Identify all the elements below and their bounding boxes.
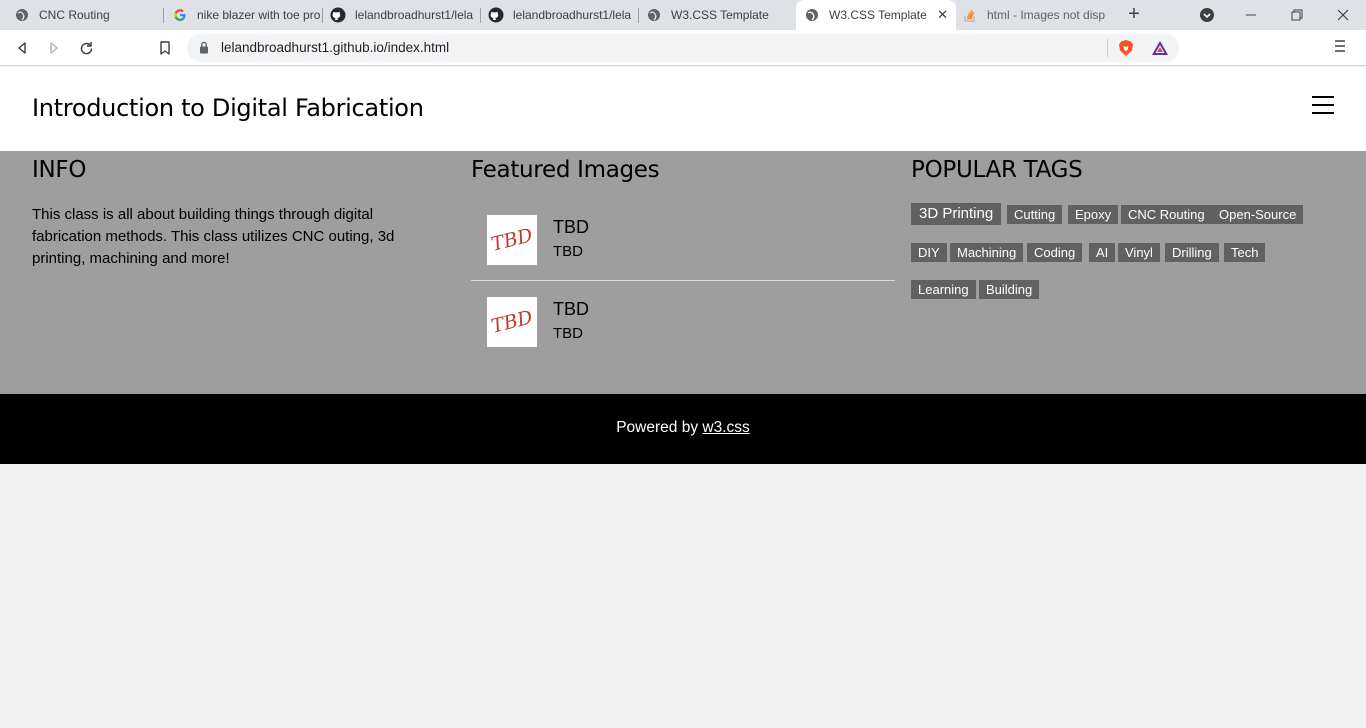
tab-title: lelandbroadhurst1/lela: [355, 8, 474, 22]
tag-machining[interactable]: Machining: [950, 243, 1024, 262]
minimize-button[interactable]: [1228, 0, 1274, 30]
bookmark-button[interactable]: [154, 37, 176, 59]
featured-subtitle: TBD: [553, 243, 583, 260]
tab-separator: [638, 8, 639, 23]
google-icon: [172, 7, 188, 23]
address-bar[interactable]: lelandbroadhurst1.github.io/index.html: [187, 34, 1179, 62]
tab-title: html - Images not disp: [987, 8, 1106, 22]
tag-open-source[interactable]: Open-Source: [1212, 205, 1304, 224]
brave-rewards-icon[interactable]: [1151, 40, 1169, 61]
browser-tab[interactable]: lelandbroadhurst1/lela: [330, 0, 478, 30]
reload-icon: [80, 41, 92, 54]
globe-icon: [14, 7, 30, 23]
url-text[interactable]: lelandbroadhurst1.github.io/index.html: [221, 40, 449, 55]
tag-3d-printing[interactable]: 3D Printing: [911, 203, 1002, 225]
info-text: This class is all about building things …: [32, 206, 395, 267]
tag-drilling[interactable]: Drilling: [1165, 243, 1219, 262]
tags-column: POPULAR TAGS 3D Printing Cutting Epoxy C…: [911, 151, 1331, 394]
featured-column: Featured Images TBD TBD TBD TBD TBD TBD: [471, 151, 895, 394]
featured-title: TBD: [553, 217, 589, 237]
browser-toolbar: lelandbroadhurst1.github.io/index.html: [0, 30, 1366, 66]
thumbnail-text: TBD: [489, 306, 535, 338]
omnibox-divider: [1107, 39, 1108, 57]
thumbnail-text: TBD: [489, 224, 535, 256]
hamburger-menu-icon[interactable]: [1312, 96, 1334, 118]
featured-thumbnail[interactable]: TBD: [487, 215, 537, 265]
browser-menu-icon[interactable]: [1334, 39, 1346, 58]
tab-title: CNC Routing: [39, 8, 110, 22]
browser-tab[interactable]: W3.CSS Template: [646, 0, 794, 30]
page-content: Introduction to Digital Fabrication INFO…: [0, 67, 1366, 728]
restore-button[interactable]: [1274, 0, 1320, 30]
globe-icon: [804, 7, 820, 23]
tab-separator: [322, 8, 323, 23]
close-window-button[interactable]: [1320, 0, 1366, 30]
github-icon: [330, 7, 346, 23]
w3css-link[interactable]: w3.css: [702, 419, 749, 436]
browser-tab[interactable]: nike blazer with toe pro: [172, 0, 320, 30]
footer-text: Powered by w3.css: [0, 419, 1366, 437]
tab-separator: [480, 8, 481, 23]
site-header: Introduction to Digital Fabrication: [0, 67, 1366, 151]
tab-title: W3.CSS Template: [671, 8, 769, 22]
featured-item[interactable]: TBD TBD TBD: [471, 199, 895, 281]
forward-button[interactable]: [43, 37, 65, 59]
new-tab-button[interactable]: +: [1124, 4, 1144, 24]
browser-tab[interactable]: lelandbroadhurst1/lela: [488, 0, 634, 30]
featured-thumbnail[interactable]: TBD: [487, 297, 537, 347]
tag-cnc-routing[interactable]: CNC Routing: [1121, 205, 1212, 224]
back-button[interactable]: [11, 37, 33, 59]
featured-subtitle: TBD: [553, 325, 583, 342]
site-footer: Powered by w3.css: [0, 394, 1366, 464]
tab-title: nike blazer with toe pro: [197, 8, 320, 22]
browser-tab[interactable]: html - Images not disp: [962, 0, 1110, 30]
tag-cutting[interactable]: Cutting: [1007, 205, 1063, 224]
browser-tab-strip: CNC Routing nike blazer with toe pro lel…: [0, 0, 1366, 30]
tag-vinyl[interactable]: Vinyl: [1118, 243, 1160, 262]
info-section: INFO This class is all about building th…: [0, 151, 1366, 394]
info-heading: INFO: [32, 157, 87, 183]
brave-shields-icon[interactable]: [1118, 39, 1134, 62]
browser-tab[interactable]: CNC Routing: [14, 0, 162, 30]
close-tab-icon[interactable]: ✕: [937, 7, 948, 23]
chevron-down-icon: [1200, 8, 1214, 22]
info-column: INFO This class is all about building th…: [32, 151, 442, 394]
footer-prefix: Powered by: [616, 419, 703, 436]
featured-title: TBD: [553, 299, 589, 319]
tab-title: lelandbroadhurst1/lela: [513, 8, 632, 22]
tag-building[interactable]: Building: [979, 280, 1040, 299]
tab-search-button[interactable]: [1184, 0, 1230, 30]
featured-item[interactable]: TBD TBD TBD: [471, 281, 895, 363]
github-icon: [488, 7, 504, 23]
tag-ai[interactable]: AI: [1089, 243, 1116, 262]
tag-diy[interactable]: DIY: [911, 243, 947, 262]
lock-icon[interactable]: [199, 41, 209, 59]
tag-tech[interactable]: Tech: [1224, 243, 1266, 262]
stackoverflow-icon: [962, 7, 978, 23]
globe-icon: [646, 7, 662, 23]
tag-learning[interactable]: Learning: [911, 280, 976, 299]
back-arrow-icon: [18, 42, 26, 54]
featured-heading: Featured Images: [471, 157, 660, 183]
tag-coding[interactable]: Coding: [1027, 243, 1083, 262]
tab-title: W3.CSS Template: [829, 8, 927, 22]
tab-separator: [163, 8, 164, 23]
tags-heading: POPULAR TAGS: [911, 157, 1083, 183]
browser-tab-active[interactable]: W3.CSS Template ✕: [796, 0, 956, 30]
reload-button[interactable]: [75, 37, 97, 59]
forward-arrow-icon: [50, 42, 58, 54]
site-title: Introduction to Digital Fabrication: [32, 94, 424, 122]
tag-epoxy[interactable]: Epoxy: [1068, 205, 1119, 224]
bookmark-icon: [160, 41, 170, 55]
